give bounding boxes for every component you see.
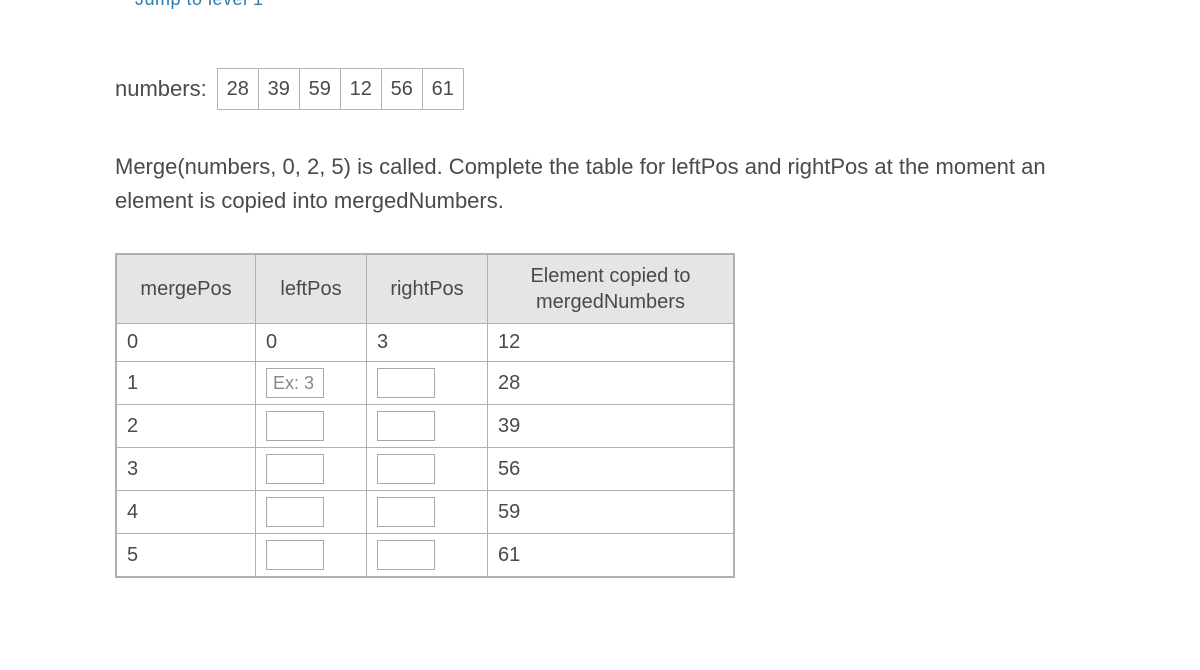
table-row: 1 28: [116, 362, 734, 405]
cell-element: 28: [488, 362, 735, 405]
array-cell: 12: [341, 69, 382, 109]
th-rightpos: rightPos: [367, 254, 488, 324]
array-cell: 39: [259, 69, 300, 109]
rightpos-input[interactable]: [377, 411, 435, 441]
rightpos-input[interactable]: [377, 368, 435, 398]
array-cell: 61: [423, 69, 463, 109]
cell-mergepos: 1: [116, 362, 256, 405]
numbers-array: numbers: 28 39 59 12 56 61: [115, 68, 1085, 110]
leftpos-input[interactable]: [266, 368, 324, 398]
jump-link[interactable]: Jump to level 1: [135, 0, 264, 9]
exercise-table: mergePos leftPos rightPos Element copied…: [115, 253, 735, 578]
th-mergepos: mergePos: [116, 254, 256, 324]
array-label: numbers:: [115, 76, 207, 102]
leftpos-input[interactable]: [266, 454, 324, 484]
th-element: Element copied to mergedNumbers: [488, 254, 735, 324]
cell-element: 39: [488, 405, 735, 448]
leftpos-input[interactable]: [266, 497, 324, 527]
cell-element: 12: [488, 324, 735, 362]
table-row: 4 59: [116, 491, 734, 534]
array-cell: 59: [300, 69, 341, 109]
cell-mergepos: 0: [116, 324, 256, 362]
cell-rightpos: [367, 405, 488, 448]
cell-mergepos: 5: [116, 534, 256, 578]
th-leftpos: leftPos: [256, 254, 367, 324]
table-row: 2 39: [116, 405, 734, 448]
leftpos-input[interactable]: [266, 411, 324, 441]
leftpos-input[interactable]: [266, 540, 324, 570]
rightpos-input[interactable]: [377, 540, 435, 570]
rightpos-input[interactable]: [377, 497, 435, 527]
cell-rightpos: [367, 448, 488, 491]
table-row: 5 61: [116, 534, 734, 578]
cell-rightpos: [367, 491, 488, 534]
cell-element: 61: [488, 534, 735, 578]
cell-element: 59: [488, 491, 735, 534]
cell-leftpos: [256, 534, 367, 578]
cell-mergepos: 3: [116, 448, 256, 491]
cell-rightpos: 3: [367, 324, 488, 362]
cell-leftpos: 0: [256, 324, 367, 362]
array-cell: 28: [218, 69, 259, 109]
cell-rightpos: [367, 534, 488, 578]
cell-mergepos: 4: [116, 491, 256, 534]
cell-rightpos: [367, 362, 488, 405]
table-row: 3 56: [116, 448, 734, 491]
cell-leftpos: [256, 491, 367, 534]
cell-leftpos: [256, 362, 367, 405]
table-row: 00312: [116, 324, 734, 362]
array-cells: 28 39 59 12 56 61: [217, 68, 464, 110]
cell-leftpos: [256, 448, 367, 491]
cell-mergepos: 2: [116, 405, 256, 448]
cell-element: 56: [488, 448, 735, 491]
array-cell: 56: [382, 69, 423, 109]
rightpos-input[interactable]: [377, 454, 435, 484]
cell-leftpos: [256, 405, 367, 448]
instruction-text: Merge(numbers, 0, 2, 5) is called. Compl…: [115, 150, 1085, 218]
